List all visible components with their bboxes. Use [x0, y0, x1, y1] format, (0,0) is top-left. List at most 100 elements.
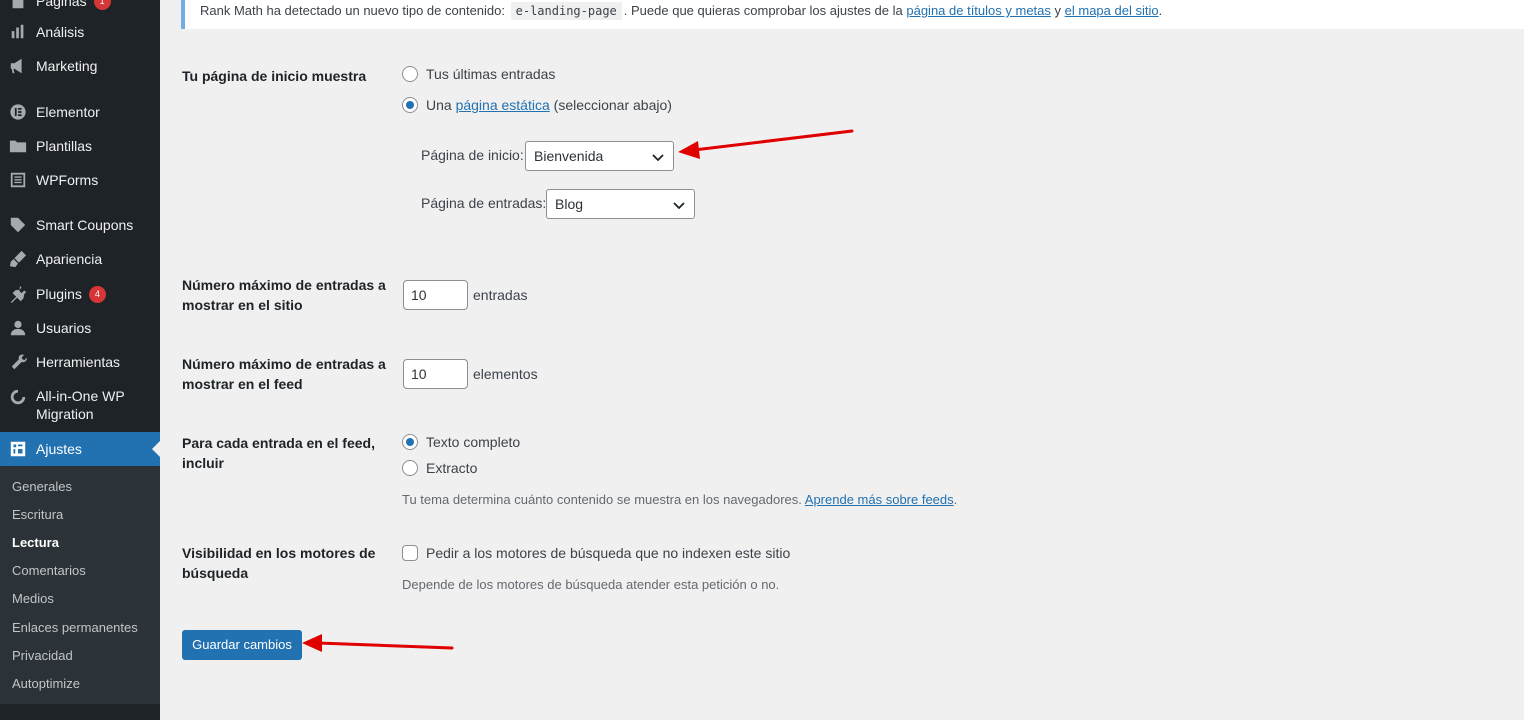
static-page-option[interactable]: Una página estática (seleccionar abajo)	[402, 97, 672, 113]
pages-icon	[0, 0, 36, 10]
submenu-item-general[interactable]: Generales	[12, 478, 72, 496]
latest-posts-option[interactable]: Tus últimas entradas	[402, 66, 555, 82]
search-visibility-label-line1: Visibilidad en los motores de	[182, 545, 376, 561]
forms-icon	[0, 171, 36, 189]
notice-text: Rank Math ha detectado un nuevo tipo de …	[200, 3, 505, 18]
full-text-radio[interactable]	[402, 434, 418, 450]
update-count-badge: 1	[93, 0, 111, 10]
red-arrow-annotation-save	[302, 634, 454, 652]
sidebar-item-elementor[interactable]: Elementor	[0, 103, 160, 121]
sidebar-item-appearance[interactable]: Apariencia	[0, 250, 160, 268]
megaphone-icon	[0, 57, 36, 75]
feed-content-label: Para cada entrada en el feed, incluir	[182, 433, 392, 473]
posts-per-page-input[interactable]: 10	[403, 280, 468, 310]
posts-per-page-unit: entradas	[473, 287, 528, 303]
rank-math-notice: Rank Math ha detectado un nuevo tipo de …	[181, 0, 1524, 29]
homepage-select[interactable]: Bienvenida	[525, 141, 674, 171]
chevron-down-icon	[673, 202, 685, 210]
sidebar-item-templates[interactable]: Plantillas	[0, 137, 160, 155]
posts-page-select-value: Blog	[555, 196, 584, 212]
sidebar-item-wpforms[interactable]: WPForms	[0, 171, 160, 189]
posts-page-select-label: Página de entradas:	[421, 195, 547, 211]
sidebar-item-label: Apariencia	[36, 251, 103, 267]
elementor-icon	[0, 103, 36, 121]
sidebar-item-settings[interactable]: Ajustes	[0, 432, 160, 466]
sidebar-item-label: Usuarios	[36, 320, 92, 336]
feed-content-label-line2: incluir	[182, 455, 225, 471]
sidebar-item-label: Análisis	[36, 24, 85, 40]
discourage-search-checkbox[interactable]	[402, 545, 418, 561]
posts-per-page-label-line1: Número máximo de entradas a	[182, 277, 386, 293]
sidebar-item-smart-coupons[interactable]: Smart Coupons	[0, 216, 160, 234]
excerpt-option[interactable]: Extracto	[402, 460, 477, 476]
sidebar-item-label-line1: All-in-One WP	[36, 388, 125, 404]
brush-icon	[0, 250, 36, 268]
full-text-option[interactable]: Texto completo	[402, 434, 520, 450]
tag-icon	[0, 216, 36, 234]
excerpt-label: Extracto	[426, 460, 478, 476]
sidebar-item-label: Herramientas	[36, 354, 121, 370]
sidebar-item-label: Smart Coupons	[36, 217, 134, 233]
sitemap-link[interactable]: el mapa del sitio	[1065, 3, 1159, 18]
sidebar-item-users[interactable]: Usuarios	[0, 319, 160, 337]
discourage-search-label: Pedir a los motores de búsqueda que no i…	[426, 545, 791, 561]
settings-submenu: Generales Escritura Lectura Comentarios …	[0, 466, 160, 704]
search-visibility-label: Visibilidad en los motores de búsqueda	[182, 543, 392, 583]
submenu-item-writing[interactable]: Escritura	[12, 506, 63, 524]
feed-description-text: Tu tema determina cuánto contenido se mu…	[402, 492, 802, 507]
titles-meta-link[interactable]: página de títulos y metas	[906, 3, 1051, 18]
submenu-item-media[interactable]: Medios	[12, 590, 54, 608]
sidebar-item-analytics[interactable]: Análisis	[0, 23, 160, 41]
posts-per-rss-unit: elementos	[473, 366, 538, 382]
admin-sidebar: Páginas 1 Análisis Marketing Elementor P…	[0, 0, 160, 720]
sidebar-item-all-in-one-migration[interactable]: All-in-One WP Migration	[0, 387, 160, 423]
sidebar-item-label: WPForms	[36, 172, 99, 188]
posts-per-rss-label: Número máximo de entradas a mostrar en e…	[182, 354, 392, 394]
submenu-item-reading[interactable]: Lectura	[12, 534, 59, 552]
sidebar-item-label: Marketing	[36, 58, 98, 74]
submenu-item-permalinks[interactable]: Enlaces permanentes	[12, 619, 138, 637]
learn-more-feeds-link[interactable]: Aprende más sobre feeds	[805, 492, 954, 507]
latest-posts-label: Tus últimas entradas	[426, 66, 556, 82]
posts-per-page-label-line2: mostrar en el sitio	[182, 297, 303, 313]
sidebar-item-label-line2: Migration	[36, 406, 94, 422]
red-arrow-annotation-homepage	[678, 129, 854, 159]
sidebar-item-tools[interactable]: Herramientas	[0, 353, 160, 371]
submenu-item-privacy[interactable]: Privacidad	[12, 647, 73, 665]
sidebar-item-marketing[interactable]: Marketing	[0, 57, 160, 75]
feed-description-end: .	[953, 492, 958, 507]
front-page-label: Tu página de inicio muestra	[182, 68, 367, 84]
static-page-radio[interactable]	[402, 97, 418, 113]
homepage-select-value: Bienvenida	[534, 148, 604, 164]
sidebar-item-plugins[interactable]: Plugins 4	[0, 285, 160, 303]
sidebar-item-label: Plugins	[36, 286, 82, 302]
analytics-icon	[0, 23, 36, 41]
save-changes-button[interactable]: Guardar cambios	[182, 630, 302, 660]
search-visibility-description: Depende de los motores de búsqueda atend…	[402, 577, 780, 592]
settings-icon	[0, 440, 36, 458]
sidebar-item-label: Ajustes	[36, 441, 82, 457]
folder-icon	[0, 137, 36, 155]
posts-per-page-label: Número máximo de entradas a mostrar en e…	[182, 275, 392, 315]
submenu-item-autoptimize[interactable]: Autoptimize	[12, 675, 80, 693]
sidebar-item-label: Plantillas	[36, 138, 93, 154]
search-visibility-label-line2: búsqueda	[182, 565, 249, 581]
static-page-link[interactable]: página estática	[456, 97, 550, 113]
wrench-icon	[0, 353, 36, 371]
latest-posts-radio[interactable]	[402, 66, 418, 82]
notice-code: e-landing-page	[510, 2, 622, 20]
chevron-down-icon	[652, 154, 664, 162]
notice-text: .	[1158, 3, 1163, 18]
posts-page-select[interactable]: Blog	[546, 189, 695, 219]
discourage-search-option[interactable]: Pedir a los motores de búsqueda que no i…	[402, 545, 790, 561]
active-menu-pointer	[152, 441, 160, 457]
posts-per-rss-input[interactable]: 10	[403, 359, 468, 389]
feed-description: Tu tema determina cuánto contenido se mu…	[402, 492, 957, 507]
excerpt-radio[interactable]	[402, 460, 418, 476]
sidebar-item-pages[interactable]: Páginas 1	[0, 0, 160, 10]
posts-per-rss-label-line1: Número máximo de entradas a	[182, 356, 386, 372]
static-page-prefix: Una	[426, 97, 452, 113]
update-count-badge: 4	[88, 285, 106, 303]
submenu-item-discussion[interactable]: Comentarios	[12, 562, 86, 580]
sidebar-item-label: Páginas	[36, 0, 87, 9]
